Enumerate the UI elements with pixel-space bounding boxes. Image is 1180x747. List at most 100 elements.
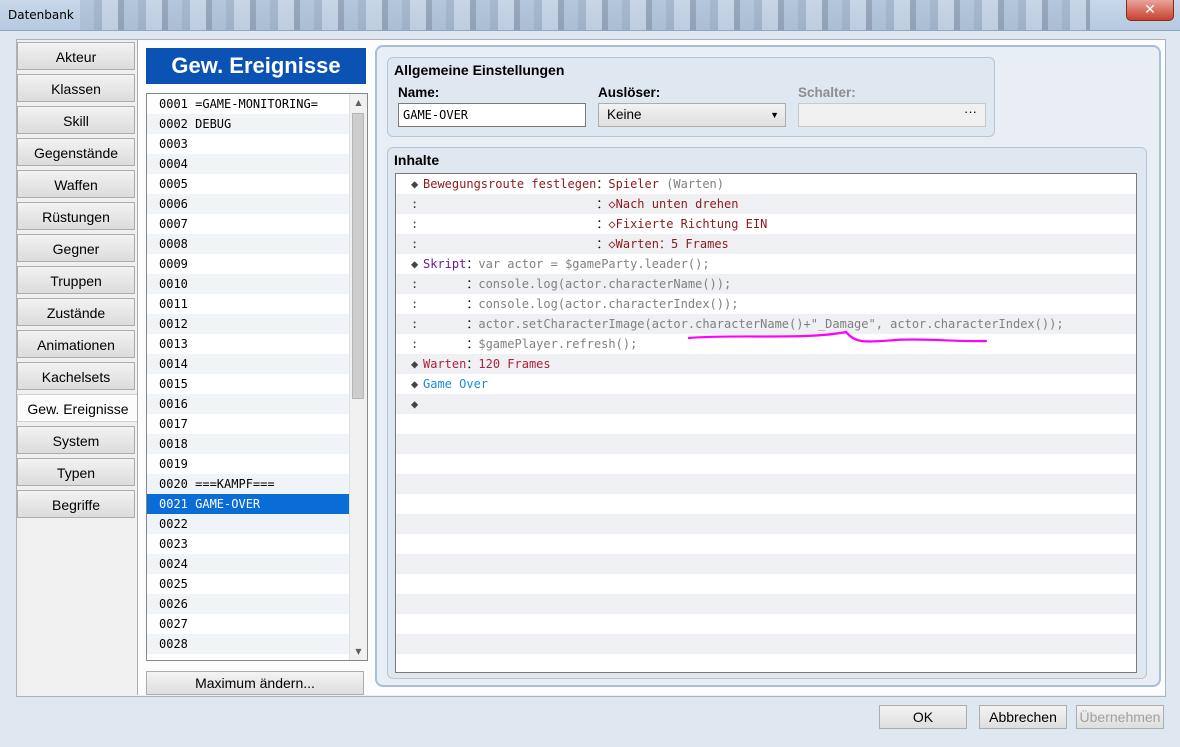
tab-1[interactable]: Klassen — [17, 74, 135, 102]
tab-8[interactable]: Zustände — [17, 298, 135, 326]
command-text: $gamePlayer.refresh(); — [478, 337, 638, 351]
tab-12[interactable]: System — [17, 426, 135, 454]
change-maximum-button[interactable]: Maximum ändern... — [146, 671, 364, 695]
list-item[interactable]: 0013 — [147, 334, 350, 354]
list-item[interactable]: 0010 — [147, 274, 350, 294]
list-item[interactable]: 0019 — [147, 454, 350, 474]
empty-line[interactable] — [396, 434, 1136, 454]
contents-title: Inhalte — [394, 152, 440, 168]
cancel-button[interactable]: Abbrechen — [979, 705, 1067, 729]
event-list[interactable]: 0001 =GAME-MONITORING= 0002 DEBUG 0003 0004… — [146, 93, 368, 661]
scroll-thumb[interactable] — [352, 113, 364, 399]
empty-line[interactable] — [396, 574, 1136, 594]
trigger-select[interactable]: Keine ▼ — [598, 103, 786, 127]
tab-7[interactable]: Truppen — [17, 266, 135, 294]
command-text: var actor = $gameParty.leader(); — [478, 257, 710, 271]
command-line[interactable]: : ：◇Fixierte Richtung EIN — [396, 214, 1136, 234]
list-item[interactable]: 0014 — [147, 354, 350, 374]
list-item[interactable]: 0015 — [147, 374, 350, 394]
command-line[interactable]: : ：$gamePlayer.refresh(); — [396, 334, 1136, 354]
continuation-mark: : — [411, 317, 419, 331]
tab-5[interactable]: Rüstungen — [17, 202, 135, 230]
tab-9[interactable]: Animationen — [17, 330, 135, 358]
tab-4[interactable]: Waffen — [17, 170, 135, 198]
empty-line[interactable] — [396, 494, 1136, 514]
command-list[interactable]: ◆ Bewegungsroute festlegen：Spieler (Warte… — [395, 173, 1137, 673]
tab-13[interactable]: Typen — [17, 458, 135, 486]
list-item[interactable]: 0004 — [147, 154, 350, 174]
trigger-label: Auslöser: — [598, 85, 661, 100]
list-item[interactable]: 0024 — [147, 554, 350, 574]
list-item[interactable]: 0027 — [147, 614, 350, 634]
close-button[interactable]: ✕ — [1126, 0, 1174, 21]
command-line[interactable]: : ：console.log(actor.characterName()); — [396, 274, 1136, 294]
tab-11[interactable]: Gew. Ereignisse — [17, 394, 139, 422]
empty-line[interactable] — [396, 634, 1136, 654]
tab-2[interactable]: Skill — [17, 106, 135, 134]
ellipsis-icon: ··· — [964, 104, 977, 119]
scroll-down-icon[interactable]: ▼ — [350, 643, 367, 660]
list-item[interactable]: 0022 — [147, 514, 350, 534]
command-line[interactable]: ◆ Warten：120 Frames — [396, 354, 1136, 374]
list-item[interactable]: 0006 — [147, 194, 350, 214]
list-item[interactable]: 0011 — [147, 294, 350, 314]
list-item[interactable]: 0001 =GAME-MONITORING= — [147, 94, 350, 114]
list-item[interactable]: 0003 — [147, 134, 350, 154]
tab-10[interactable]: Kachelsets — [17, 362, 135, 390]
list-item[interactable]: 0017 — [147, 414, 350, 434]
command-line[interactable]: : ：console.log(actor.characterIndex()); — [396, 294, 1136, 314]
empty-line[interactable] — [396, 554, 1136, 574]
list-item[interactable]: 0028 — [147, 634, 350, 654]
list-scrollbar[interactable]: ▲ ▼ — [349, 94, 367, 660]
empty-line[interactable] — [396, 514, 1136, 534]
list-item[interactable]: 0012 — [147, 314, 350, 334]
list-item[interactable]: 0025 — [147, 574, 350, 594]
command-text: actor.setCharacterImage(actor.characterN… — [478, 317, 1064, 331]
command-line[interactable]: ◆ Skript：var actor = $gameParty.leader(); — [396, 254, 1136, 274]
list-item[interactable]: 0020 ===KAMPF=== — [147, 474, 350, 494]
command-line[interactable]: ◆ Bewegungsroute festlegen：Spieler (Warte… — [396, 174, 1136, 194]
tab-3[interactable]: Gegenstände — [17, 138, 135, 166]
empty-line[interactable] — [396, 594, 1136, 614]
command-line[interactable]: ◆ Game Over — [396, 374, 1136, 394]
empty-line[interactable] — [396, 654, 1136, 672]
list-item[interactable]: 0008 — [147, 234, 350, 254]
empty-line[interactable] — [396, 534, 1136, 554]
empty-line[interactable] — [396, 474, 1136, 494]
window-title: Datenbank — [8, 8, 74, 22]
command-line[interactable]: : ：◇Warten：5 Frames — [396, 234, 1136, 254]
general-settings-group: Allgemeine Einstellungen Name: GAME-OVER… — [387, 57, 995, 137]
chevron-down-icon: ▼ — [770, 110, 779, 120]
apply-button[interactable]: Übernehmen — [1076, 705, 1164, 729]
contents-group: Inhalte ◆ Bewegungsroute festlegen：Spiele… — [387, 147, 1147, 679]
continuation-mark: : — [411, 277, 419, 291]
list-item[interactable]: 0023 — [147, 534, 350, 554]
empty-line[interactable] — [396, 614, 1136, 634]
command-text: ： — [423, 317, 479, 331]
scroll-up-icon[interactable]: ▲ — [350, 94, 367, 111]
command-line[interactable]: : ：actor.setCharacterImage(actor.charact… — [396, 314, 1136, 334]
list-item[interactable]: 0026 — [147, 594, 350, 614]
empty-line[interactable] — [396, 454, 1136, 474]
command-text: ： — [466, 257, 479, 271]
continuation-mark: : — [411, 217, 419, 231]
tab-0[interactable]: Akteur — [17, 42, 135, 70]
list-item[interactable]: 0016 — [147, 394, 350, 414]
command-line[interactable]: : ：◇Nach unten drehen — [396, 194, 1136, 214]
tab-14[interactable]: Begriffe — [17, 490, 135, 518]
list-item[interactable]: 0018 — [147, 434, 350, 454]
list-item[interactable]: 0009 — [147, 254, 350, 274]
list-item[interactable]: 0007 — [147, 214, 350, 234]
database-window: Akteur Klassen Skill Gegenstände Waffen Rüstu… — [6, 31, 1174, 741]
list-item[interactable]: 0021 GAME-OVER — [147, 494, 350, 514]
name-input[interactable]: GAME-OVER — [398, 103, 586, 127]
tab-6[interactable]: Gegner — [17, 234, 135, 262]
ok-button[interactable]: OK — [879, 705, 967, 729]
list-item[interactable]: 0005 — [147, 174, 350, 194]
list-item[interactable]: 0002 DEBUG — [147, 114, 350, 134]
command-line[interactable]: ◆ — [396, 394, 1136, 414]
empty-line[interactable] — [396, 414, 1136, 434]
command-text: ： — [466, 357, 479, 371]
general-settings-title: Allgemeine Einstellungen — [394, 62, 565, 78]
continuation-mark: : — [411, 297, 419, 311]
